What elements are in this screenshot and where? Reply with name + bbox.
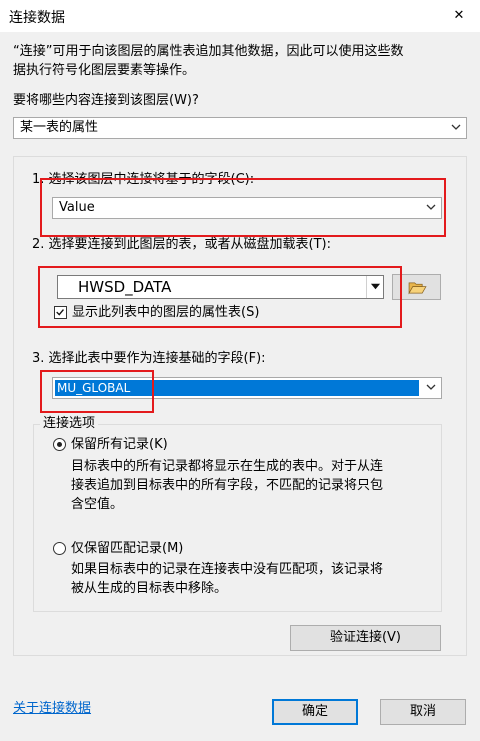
keep-matching-desc-2: 被从生成的目标表中移除。 xyxy=(71,581,228,596)
keep-all-desc-3: 含空值。 xyxy=(71,497,124,512)
annotation-box-step1 xyxy=(40,178,446,237)
annotation-box-step2 xyxy=(38,266,402,328)
keep-all-records-radio[interactable] xyxy=(53,438,66,451)
validate-join-button[interactable]: 验证连接(V) xyxy=(290,625,441,651)
join-what-select[interactable]: 某一表的属性 xyxy=(13,117,467,139)
step3-label: 3. 选择此表中要作为连接基础的字段(F): xyxy=(32,351,266,366)
title-bar: 连接数据 ✕ xyxy=(0,0,480,32)
close-icon[interactable]: ✕ xyxy=(446,3,472,29)
intro-line-2: 据执行符号化图层要素等操作。 xyxy=(13,63,196,78)
ok-button[interactable]: 确定 xyxy=(272,699,358,725)
keep-all-desc-1: 目标表中的所有记录都将显示在生成的表中。对于从连 xyxy=(71,459,384,474)
about-joining-link[interactable]: 关于连接数据 xyxy=(13,697,91,716)
step2-label: 2. 选择要连接到此图层的表，或者从磁盘加载表(T): xyxy=(32,237,332,252)
intro-line-1: “连接”可用于向该图层的属性表追加其他数据，因此可以使用这些数 xyxy=(13,44,404,59)
keep-matching-desc-1: 如果目标表中的记录在连接表中没有匹配项，该记录将 xyxy=(71,562,384,577)
chevron-down-icon xyxy=(426,384,436,390)
keep-matching-records-label: 仅保留匹配记录(M) xyxy=(71,541,184,556)
join-options-title: 连接选项 xyxy=(40,414,99,433)
keep-matching-records-radio[interactable] xyxy=(53,542,66,555)
cancel-button[interactable]: 取消 xyxy=(380,699,466,725)
keep-all-desc-2: 接表追加到目标表中的所有字段，不匹配的记录将只包 xyxy=(71,478,384,493)
join-what-value: 某一表的属性 xyxy=(20,120,99,135)
keep-all-records-label: 保留所有记录(K) xyxy=(71,437,168,452)
chevron-down-icon xyxy=(451,124,461,130)
window-title: 连接数据 xyxy=(9,10,65,26)
join-what-label: 要将哪些内容连接到该图层(W)? xyxy=(13,93,199,108)
folder-open-icon xyxy=(408,282,427,295)
annotation-box-step3 xyxy=(40,370,154,413)
